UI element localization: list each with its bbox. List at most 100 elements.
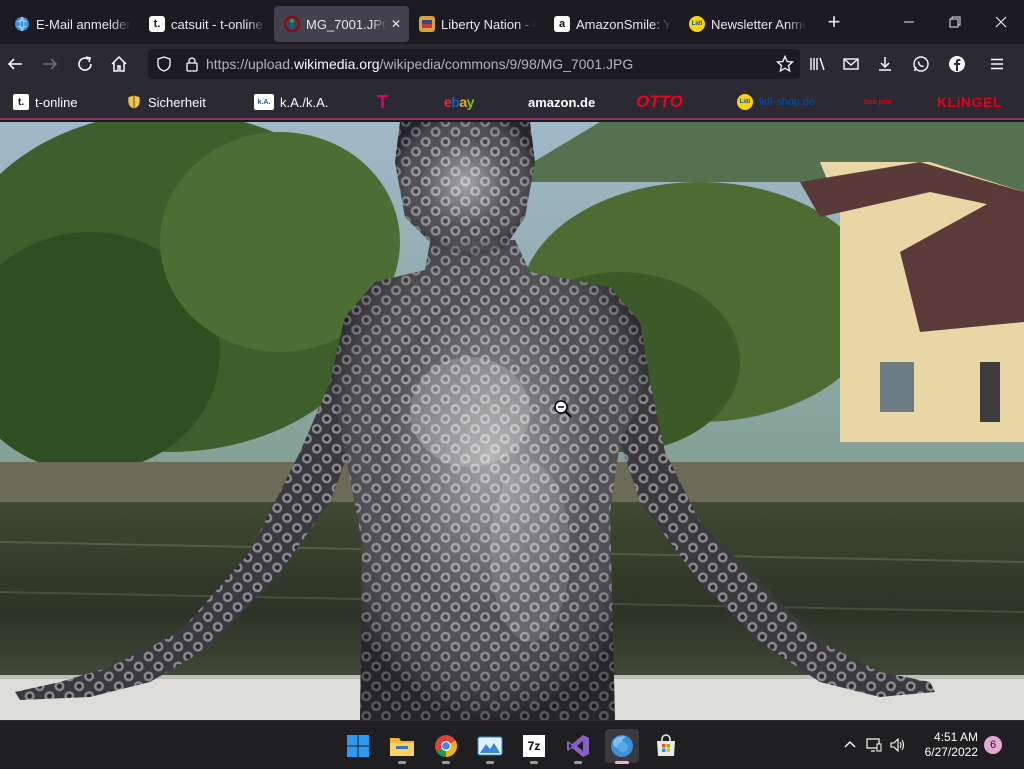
bookmark-telekom[interactable]: T [377,90,388,114]
bookmark-label: lidl-shop.de [759,96,816,108]
bookmark-ebay[interactable]: ebay [444,90,474,114]
7zip-button[interactable]: 7z [517,729,551,764]
chrome-button[interactable] [429,729,463,764]
tab-catsuit[interactable]: t. catsuit - t-online [139,6,274,42]
image-viewport[interactable] [0,122,1024,720]
tab-title: MG_7001.JPG [306,16,387,32]
home-icon [111,55,127,72]
firefox-button[interactable] [605,729,639,764]
globe-icon [14,16,30,32]
bookmark-label: k.A./k.A. [280,94,329,110]
windows-start-icon [347,735,369,757]
photo-image[interactable] [0,122,1024,720]
amazon-logo: amazon.de [528,94,596,110]
tab-liberty-nation[interactable]: Liberty Nation - C [409,6,544,42]
t-online-icon: t. [149,16,165,32]
microsoft-store-button[interactable] [649,729,683,763]
tab-amazonsmile[interactable]: a AmazonSmile: Yo [544,6,679,42]
volume-icon[interactable] [886,738,910,752]
klingel-logo: KLiNGEL [937,94,1002,110]
folder-icon [390,738,414,756]
reload-button[interactable] [68,47,102,81]
bookmark-amazon[interactable]: amazon.de [528,90,595,114]
whatsapp-button[interactable] [904,47,938,81]
lock-icon[interactable] [184,56,200,72]
visual-studio-button[interactable] [561,729,595,764]
bookmark-star-icon[interactable] [776,55,794,73]
telekom-logo: T [377,91,388,112]
chrome-icon [435,735,457,757]
tab-title: Newsletter Anme [711,16,806,32]
new-tab-button[interactable]: + [818,6,850,38]
photos-icon [477,736,503,756]
url-text[interactable]: https://upload.wikimedia.org/wikipedia/c… [206,56,633,72]
ka-icon: k.A. [254,94,274,110]
start-button[interactable] [341,729,375,763]
tab-mg7001[interactable]: MG_7001.JPG ✕ [274,6,409,42]
back-button[interactable] [0,47,32,81]
download-icon [879,57,891,71]
liberty-nation-icon [419,16,435,32]
bookmark-label: Sicherheit [148,94,206,110]
bonprix-logo: bon prix [864,98,892,106]
photos-button[interactable] [473,729,507,764]
clock-time: 4:51 AM [933,730,978,744]
close-tab-icon[interactable]: ✕ [391,17,401,31]
tab-title: AmazonSmile: Yo [576,16,671,32]
tracking-protection-icon[interactable] [156,56,172,72]
bookmark-lidl-shop[interactable]: Lidl lidl-shop.de [737,90,815,114]
library-icon [810,57,825,71]
windows-taskbar: 7z 4:51 AM 6/27/2022 6 [0,720,1024,768]
visual-studio-icon [567,735,589,757]
whatsapp-icon [913,56,929,72]
bookmark-klingel[interactable]: KLiNGEL [937,90,1002,114]
library-button[interactable] [800,47,834,81]
show-hidden-icons-button[interactable] [838,739,862,751]
notification-badge[interactable]: 6 [984,736,1002,754]
firefox-icon [611,735,633,757]
bookmarks-toolbar: t. t-online Sicherheit k.A. k.A./k.A. T … [0,84,1024,120]
7zip-icon: 7z [523,735,545,757]
bookmark-ka[interactable]: k.A. k.A./k.A. [254,90,328,114]
tab-strip: E-Mail anmelden t. catsuit - t-online MG… [0,0,1024,44]
amazon-icon: a [554,16,570,32]
bookmark-sicherheit[interactable]: Sicherheit [126,90,206,114]
facebook-icon [949,56,965,72]
minimize-button[interactable] [886,0,932,44]
bookmark-t-online[interactable]: t. t-online [13,90,78,114]
navigation-toolbar: https://upload.wikimedia.org/wikipedia/c… [0,44,1024,84]
lidl-icon: Lidl [689,16,705,32]
downloads-button[interactable] [868,47,902,81]
bookmark-bonprix[interactable]: bon prix [864,90,892,114]
app-menu-button[interactable] [980,47,1014,81]
reload-icon [78,56,92,71]
forward-button[interactable] [33,47,67,81]
clock[interactable]: 4:51 AM 6/27/2022 [910,730,978,760]
store-icon [657,734,675,756]
mail-icon [843,58,859,70]
network-icon[interactable] [862,738,886,752]
t-online-icon: t. [13,94,29,110]
chevron-up-icon [844,741,856,748]
tab-title: catsuit - t-online [171,16,263,32]
ebay-logo: ebay [444,94,474,110]
tab-newsletter[interactable]: Lidl Newsletter Anme [679,6,814,42]
tab-email[interactable]: E-Mail anmelden [4,6,139,42]
otto-logo: OTTO [636,92,683,111]
url-bar[interactable]: https://upload.wikimedia.org/wikipedia/c… [148,49,800,79]
file-explorer-button[interactable] [385,729,419,764]
hamburger-menu-icon [991,58,1003,70]
bookmark-label: t-online [35,94,78,110]
clock-date: 6/27/2022 [924,745,978,759]
bookmark-otto[interactable]: OTTO [636,90,683,114]
restore-button[interactable] [932,0,978,44]
lidl-icon: Lidl [737,94,753,110]
tab-title: E-Mail anmelden [36,16,131,32]
shield-icon [126,94,142,110]
arrow-left-icon [7,58,22,70]
facebook-button[interactable] [940,47,974,81]
close-window-button[interactable] [978,0,1024,44]
mail-button[interactable] [834,47,868,81]
home-button[interactable] [102,47,136,81]
wikimedia-icon [284,16,300,32]
